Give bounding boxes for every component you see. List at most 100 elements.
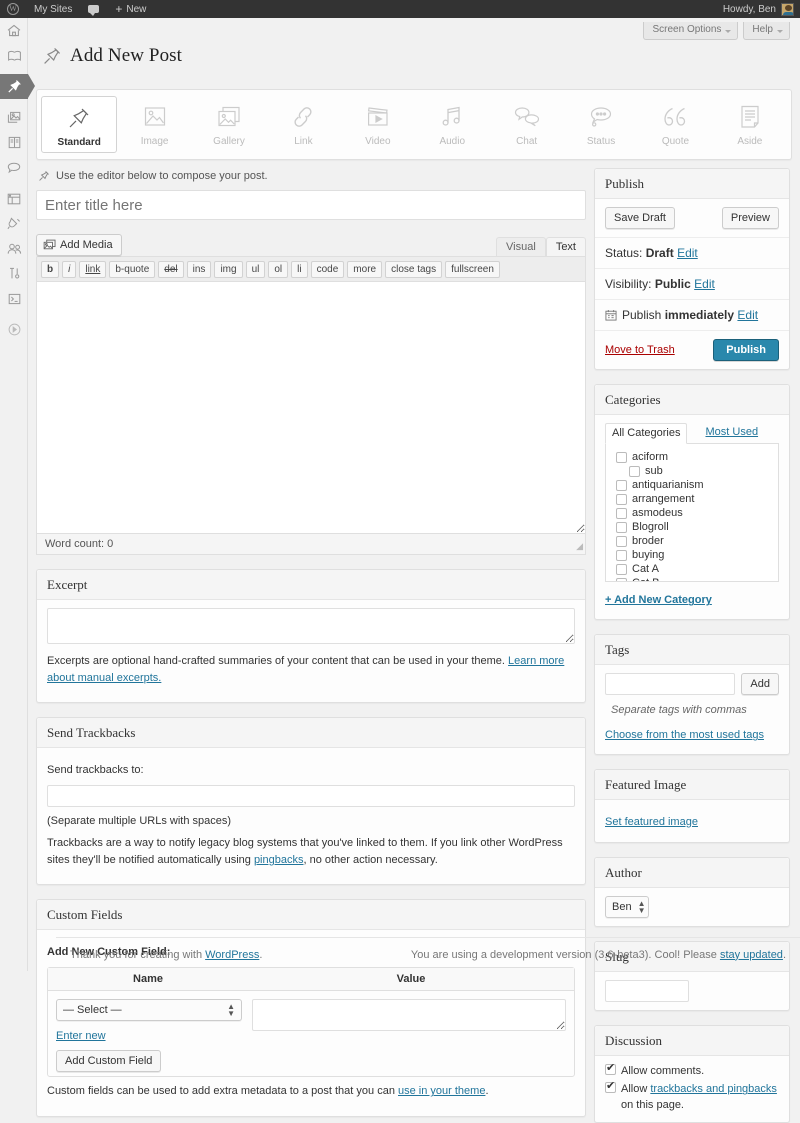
post-format-status[interactable]: Status [564,96,638,153]
post-format-standard[interactable]: Standard [41,96,118,154]
wordpress-logo-button[interactable]: W [0,0,26,18]
category-item[interactable]: antiquarianism [616,478,772,492]
help-tab[interactable]: Help [743,22,790,40]
wordpress-link[interactable]: WordPress [205,949,259,961]
post-format-chat[interactable]: Chat [489,96,563,153]
author-select[interactable]: Ben ▲ ▼ [605,896,649,919]
category-item[interactable]: Cat B [616,576,772,582]
custom-field-value-textarea[interactable] [252,998,566,1031]
category-item[interactable]: sub [616,464,772,478]
post-format-quote[interactable]: Quote [638,96,712,153]
categories-checklist[interactable]: aciform sub antiquarianism arrangement a… [605,444,779,583]
stay-updated-link[interactable]: stay updated [720,949,783,961]
category-checkbox[interactable] [616,549,627,561]
set-featured-image-link[interactable]: Set featured image [605,816,698,828]
new-content-menu[interactable]: + New [107,0,154,18]
preview-button[interactable]: Preview [721,207,779,230]
category-checkbox[interactable] [616,563,627,575]
quicktag-close-tags[interactable]: close tags [385,261,443,279]
save-draft-button[interactable]: Save Draft [605,207,675,230]
category-checkbox[interactable] [616,521,627,533]
quicktag-del[interactable]: del [158,261,184,279]
add-media-button[interactable]: Add Media [36,234,122,257]
quicktag-li[interactable]: li [291,261,308,279]
tags-input[interactable] [605,672,736,695]
allow-pings-checkbox[interactable] [605,1080,616,1094]
allow-pings-row[interactable]: Allow trackbacks and pingbacks on this p… [605,1080,779,1114]
quicktag-fullscreen[interactable]: fullscreen [445,261,500,279]
excerpt-textarea[interactable] [47,608,575,645]
quicktag-ul[interactable]: ul [245,261,266,279]
category-checkbox[interactable] [616,535,627,547]
sidebar-item-appearance[interactable] [0,186,28,211]
my-sites-menu[interactable]: My Sites [26,0,80,18]
category-item[interactable]: asmodeus [616,506,772,520]
sidebar-item-comments[interactable] [0,155,28,180]
collapse-menu-button[interactable] [0,317,28,342]
trackbacks-input[interactable] [47,784,575,807]
category-item[interactable]: buying [616,548,772,562]
post-title-input[interactable] [36,190,586,221]
add-tag-button[interactable]: Add [741,672,779,695]
category-item[interactable]: broder [616,534,772,548]
post-format-video[interactable]: Video [341,96,415,153]
post-format-image[interactable]: Image [117,96,191,153]
add-custom-field-button[interactable]: Add Custom Field [56,1050,162,1073]
trackbacks-pingbacks-link[interactable]: trackbacks and pingbacks [650,1083,777,1095]
category-checkbox[interactable] [616,493,627,505]
category-checkbox[interactable] [629,465,640,477]
publish-button[interactable]: Publish [713,339,779,362]
category-checkbox[interactable] [616,507,627,519]
quicktag-code[interactable]: code [310,261,345,279]
quicktag-b[interactable]: b [41,261,60,279]
sidebar-item-dashboard[interactable] [0,18,28,43]
post-format-link[interactable]: Link [266,96,340,153]
category-item[interactable]: Blogroll [616,520,772,534]
choose-most-used-tags-link[interactable]: Choose from the most used tags [605,729,764,741]
category-checkbox[interactable] [616,577,627,582]
slug-input[interactable] [605,980,689,1003]
resize-handle[interactable]: ◢ [576,541,583,552]
post-format-aside[interactable]: Aside [713,96,787,153]
pingbacks-link[interactable]: pingbacks [254,854,304,866]
tab-all-categories[interactable]: All Categories [605,423,688,445]
screen-options-tab[interactable]: Screen Options [643,22,739,40]
quicktag-b-quote[interactable]: b-quote [109,261,156,279]
category-checkbox[interactable] [616,479,627,491]
allow-comments-row[interactable]: Allow comments. [605,1062,779,1080]
tab-most-used[interactable]: Most Used [699,423,764,443]
sidebar-item-media[interactable] [0,105,28,130]
quicktag-ins[interactable]: ins [186,261,212,279]
category-item[interactable]: arrangement [616,492,772,506]
avatar[interactable] [781,2,794,16]
allow-comments-checkbox[interactable] [605,1062,616,1076]
category-checkbox[interactable] [616,451,627,463]
sidebar-item-users[interactable] [0,236,28,261]
category-item[interactable]: Cat A [616,562,772,576]
sidebar-item-settings[interactable] [0,286,28,311]
custom-field-name-select[interactable]: — Select — ▲ ▼ [56,998,242,1021]
comments-bubble-button[interactable] [80,0,107,18]
status-edit-link[interactable]: Edit [677,246,698,260]
use-in-theme-link[interactable]: use in your theme [398,1085,485,1097]
quicktag-img[interactable]: img [214,261,243,279]
sidebar-item-pages[interactable] [0,130,28,155]
quicktag-link[interactable]: link [79,261,107,279]
sidebar-item-plugins[interactable] [0,211,28,236]
quicktag-more[interactable]: more [347,261,383,279]
category-item[interactable]: aciform [616,450,772,464]
sidebar-item-tools[interactable] [0,261,28,286]
post-content-textarea[interactable] [36,282,586,535]
quicktag-i[interactable]: i [62,261,77,279]
quicktag-ol[interactable]: ol [268,261,289,279]
sidebar-item-posts[interactable] [0,43,28,68]
sidebar-item-posts-active[interactable] [0,74,35,99]
publish-edit-link[interactable]: Edit [737,308,758,322]
tab-visual[interactable]: Visual [496,237,546,257]
tab-text[interactable]: Text [545,237,586,257]
post-format-gallery[interactable]: Gallery [192,96,266,153]
add-new-category-link[interactable]: + Add New Category [605,594,712,606]
post-format-audio[interactable]: Audio [415,96,489,153]
visibility-edit-link[interactable]: Edit [694,277,715,291]
howdy-account-menu[interactable]: Howdy, Ben [715,0,776,18]
